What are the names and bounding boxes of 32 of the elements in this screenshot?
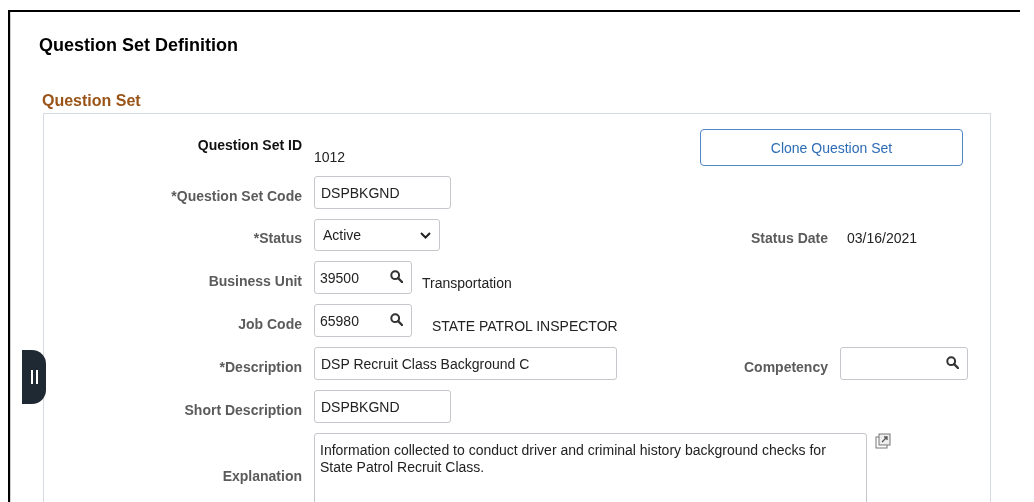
input-field[interactable]: DSPBKGND — [314, 390, 451, 423]
field-label: Job Code — [238, 314, 302, 332]
field-value: 03/16/2021 — [846, 229, 919, 246]
field-label: Business Unit — [208, 271, 302, 289]
explanation-field[interactable]: Information collected to conduct driver and criminal history background checks for State Patrol Recruit Class. — [314, 433, 867, 502]
status-dropdown[interactable]: Active — [314, 219, 440, 251]
lookup-description: STATE PATROL INSPECTOR — [432, 317, 618, 334]
pause-bars-icon — [30, 370, 38, 384]
search-icon[interactable] — [946, 356, 959, 369]
field-label: Status Date — [750, 229, 828, 246]
lookup-field[interactable]: 39500 — [314, 261, 412, 294]
input-field[interactable]: DSPBKGND — [314, 176, 451, 209]
search-icon[interactable] — [390, 270, 403, 283]
field-label: *Status — [253, 229, 302, 246]
popout-icon[interactable] — [875, 433, 891, 449]
search-icon[interactable] — [390, 313, 403, 326]
input-field[interactable]: DSP Recruit Class Background C — [314, 347, 617, 380]
field-label: Short Description — [184, 400, 302, 418]
field-value: 1012 — [314, 149, 347, 165]
lookup-field[interactable]: 65980 — [314, 304, 412, 337]
field-label: *Description — [219, 357, 302, 375]
field-label: *Question Set Code — [171, 186, 302, 204]
section-title: Question Set — [42, 92, 142, 110]
clone-button[interactable]: Clone Question Set — [700, 129, 963, 166]
field-label: Explanation — [222, 467, 302, 484]
field-label: Competency — [743, 357, 828, 375]
field-label: Question Set ID — [197, 137, 302, 153]
lookup-field[interactable] — [840, 347, 968, 380]
lookup-description: Transportation — [422, 274, 512, 291]
panel-handle[interactable] — [22, 350, 46, 404]
page-title: Question Set Definition — [39, 35, 239, 56]
chevron-down-icon — [420, 231, 431, 239]
